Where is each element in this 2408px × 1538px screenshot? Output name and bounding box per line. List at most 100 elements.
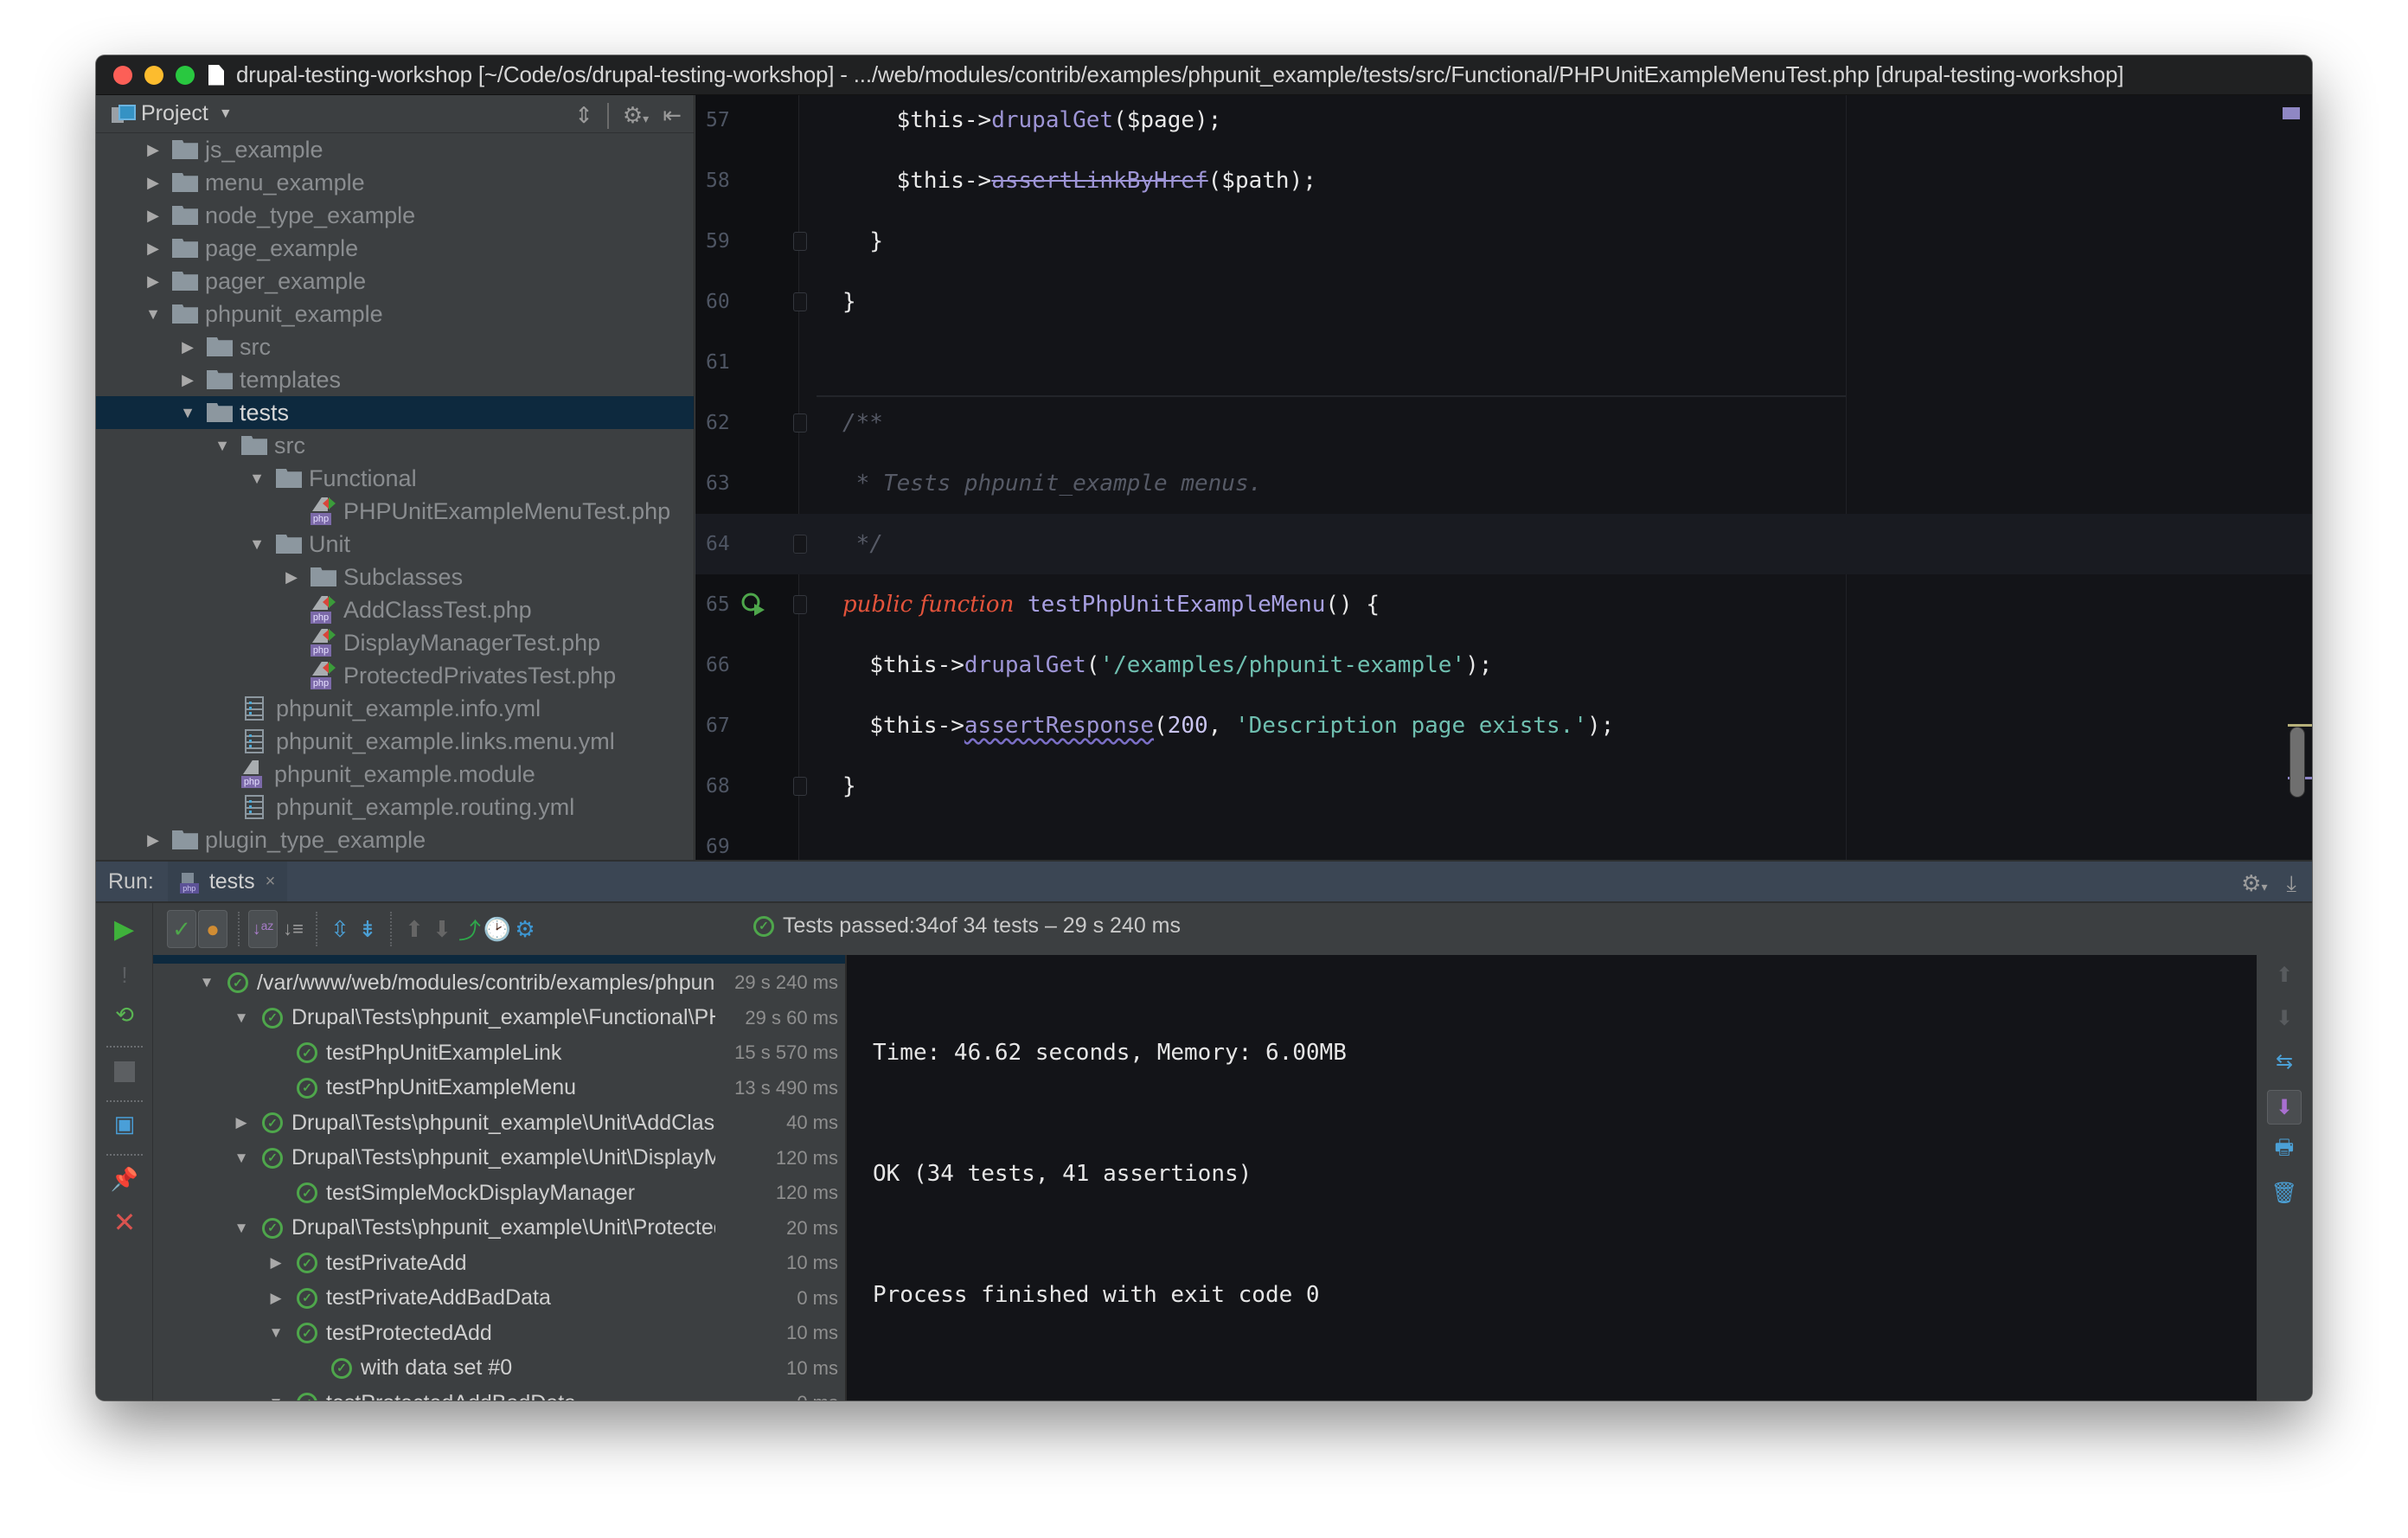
expand-arrow-right-icon[interactable]: ▶ [179, 338, 196, 356]
pin-tab-icon[interactable]: 📌 [111, 1166, 138, 1192]
dump-threads-icon[interactable]: ! [112, 962, 138, 988]
print-icon[interactable]: 🖶 [2271, 1136, 2297, 1163]
expand-arrow-down-icon[interactable]: ▼ [248, 535, 266, 554]
collapse-all-icon[interactable]: ⇕ [574, 102, 593, 129]
expand-arrow-right-icon[interactable]: ▶ [144, 240, 162, 258]
tree-item[interactable]: php ProtectedPrivatesTest.php [96, 659, 694, 692]
fold-marker-icon[interactable] [793, 232, 807, 251]
stop-icon[interactable] [112, 1059, 138, 1085]
arrow-down-icon[interactable]: ⬇ [2271, 1005, 2297, 1031]
tree-item[interactable]: ▼ Unit [96, 528, 694, 561]
expand-arrow-right-icon[interactable]: ▶ [267, 1290, 285, 1307]
selected-root-row[interactable] [153, 955, 845, 964]
tree-item[interactable]: ▼ tests [96, 396, 694, 429]
test-row[interactable]: ▶ ✓ Drupal\Tests\phpunit_example\Unit\AddC… [153, 1107, 845, 1138]
close-icon[interactable]: × [266, 872, 276, 892]
rerun-button[interactable]: ▶ [96, 903, 153, 955]
trash-icon[interactable]: 🗑 [2271, 1180, 2297, 1206]
expand-arrow-down-icon[interactable]: ▼ [198, 974, 215, 991]
tree-item[interactable]: ▼ src [96, 429, 694, 462]
tree-item[interactable]: ▶ node_type_example [96, 199, 694, 232]
soft-wrap-icon[interactable]: ⇆ [2271, 1048, 2297, 1074]
test-row[interactable]: ▼ ✓ testProtectedAdd 10 ms [153, 1317, 845, 1349]
expand-arrow-right-icon[interactable]: ▶ [144, 207, 162, 225]
expand-arrow-right-icon[interactable]: ▶ [267, 1254, 285, 1272]
next-failed-test-button[interactable]: ⬇ [428, 910, 456, 948]
toggle-auto-test-icon[interactable]: ⟲ [112, 1002, 138, 1028]
run-test-gutter-icon[interactable] [740, 592, 766, 618]
show-ignored-toggle[interactable]: ● [198, 910, 227, 948]
tree-item[interactable]: php phpunit_example.module [96, 758, 694, 791]
fold-marker-icon[interactable] [793, 595, 807, 614]
sort-by-duration-button[interactable]: ↓≡ [279, 910, 307, 948]
expand-arrow-right-icon[interactable]: ▶ [144, 831, 162, 849]
expand-arrow-down-icon[interactable]: ▼ [179, 404, 196, 422]
expand-arrow-right-icon[interactable]: ▶ [144, 174, 162, 192]
expand-arrow-down-icon[interactable]: ▼ [267, 1324, 285, 1342]
arrow-up-icon[interactable]: ⬆ [2271, 962, 2297, 988]
close-window-button[interactable] [113, 65, 132, 85]
fold-marker-icon[interactable] [793, 535, 807, 554]
expand-arrow-right-icon[interactable]: ▶ [144, 141, 162, 159]
expand-arrow-down-icon[interactable]: ▼ [233, 1150, 250, 1167]
test-row[interactable]: ✓ testPhpUnitExampleMenu 13 s 490 ms [153, 1073, 845, 1104]
tree-item[interactable]: ▶ page_example [96, 232, 694, 265]
test-row[interactable]: ▼ ✓ Drupal\Tests\phpunit_example\Unit\Disp… [153, 1143, 845, 1174]
fold-marker-icon[interactable] [793, 777, 807, 796]
expand-arrow-right-icon[interactable]: ▶ [283, 568, 300, 586]
test-row[interactable]: ▼ ✓ Drupal\Tests\phpunit_example\Unit\Prot… [153, 1213, 845, 1244]
tree-item[interactable]: ▶ templates [96, 363, 694, 396]
minimize-window-button[interactable] [144, 65, 163, 85]
expand-all-button[interactable]: ⇳ [326, 910, 354, 948]
expand-arrow-down-icon[interactable]: ▼ [233, 1009, 250, 1027]
hide-download-icon[interactable]: ⤓ [2287, 870, 2297, 898]
close-run-icon[interactable]: ✕ [112, 1207, 138, 1238]
tree-item[interactable]: phpunit_example.links.menu.yml [96, 725, 694, 758]
zoom-window-button[interactable] [176, 65, 195, 85]
test-row[interactable]: ✓ with data set #0 10 ms [153, 1353, 845, 1384]
expand-arrow-right-icon[interactable]: ▶ [179, 371, 196, 389]
tree-item[interactable]: ▶ Subclasses [96, 561, 694, 593]
tree-item[interactable]: phpunit_example.info.yml [96, 692, 694, 725]
tree-item[interactable]: ▶ src [96, 330, 694, 363]
tree-item[interactable]: ▶ pager_example [96, 265, 694, 298]
test-row[interactable]: ▼ ✓ /var/www/web/modules/contrib/examples/… [153, 967, 845, 998]
test-row[interactable]: ✓ testPhpUnitExampleLink 15 s 570 ms [153, 1037, 845, 1068]
tree-item[interactable]: ▶ menu_example [96, 166, 694, 199]
test-row[interactable]: ▼ ✓ Drupal\Tests\phpunit_example\Functiona… [153, 1003, 845, 1034]
settings-gear-icon[interactable]: ⚙ [511, 910, 539, 948]
project-view-selector[interactable]: Project [141, 101, 208, 126]
scroll-to-end-icon[interactable]: ⬇ [2267, 1090, 2302, 1125]
test-row[interactable]: ▼ ✓ testProtectedAddBadData0 ms [153, 1387, 845, 1400]
expand-arrow-down-icon[interactable]: ▼ [248, 470, 266, 488]
editor-scrollbar[interactable] [2290, 727, 2305, 798]
previous-failed-test-button[interactable]: ⬆ [400, 910, 428, 948]
test-row[interactable]: ✓ testSimpleMockDisplayManager 120 ms [153, 1177, 845, 1208]
restore-layout-icon[interactable]: ▣ [112, 1111, 138, 1137]
fold-marker-icon[interactable] [793, 413, 807, 433]
fold-marker-icon[interactable] [793, 292, 807, 311]
code-editor[interactable]: 57 $this->drupalGet($page); 58 $this->ass… [695, 95, 2312, 860]
test-history-icon[interactable]: 🕑 [484, 910, 511, 948]
collapse-all-button[interactable]: ⇟ [354, 910, 381, 948]
tree-item[interactable]: ▶ js_example [96, 133, 694, 166]
expand-arrow-down-icon[interactable]: ▼ [233, 1220, 250, 1237]
tree-item[interactable]: php PHPUnitExampleMenuTest.php [96, 495, 694, 528]
expand-arrow-down-icon[interactable]: ▼ [214, 437, 231, 455]
expand-arrow-down-icon[interactable]: ▼ [267, 1394, 285, 1400]
show-passed-toggle[interactable]: ✓ [167, 910, 196, 948]
expand-arrow-right-icon[interactable]: ▶ [233, 1114, 250, 1131]
run-tab-tests[interactable]: tests × [167, 862, 288, 901]
hide-panel-icon[interactable]: ⇤ [663, 102, 682, 129]
tree-item[interactable]: ▼ Functional [96, 462, 694, 495]
inspection-status-icon[interactable] [2283, 107, 2300, 119]
expand-arrow-down-icon[interactable]: ▼ [144, 305, 162, 324]
test-row[interactable]: ▶ ✓ testPrivateAddBadData 0 ms [153, 1283, 845, 1314]
gear-icon[interactable]: ⚙▾ [623, 102, 649, 129]
tree-item[interactable]: ▼ phpunit_example [96, 298, 694, 330]
chevron-down-icon[interactable]: ▼ [219, 106, 233, 122]
tree-item[interactable]: php DisplayManagerTest.php [96, 626, 694, 659]
tree-item[interactable]: phpunit_example.routing.yml [96, 791, 694, 823]
export-results-icon[interactable]: ⤴ [456, 910, 484, 948]
tree-item[interactable]: php AddClassTest.php [96, 593, 694, 626]
